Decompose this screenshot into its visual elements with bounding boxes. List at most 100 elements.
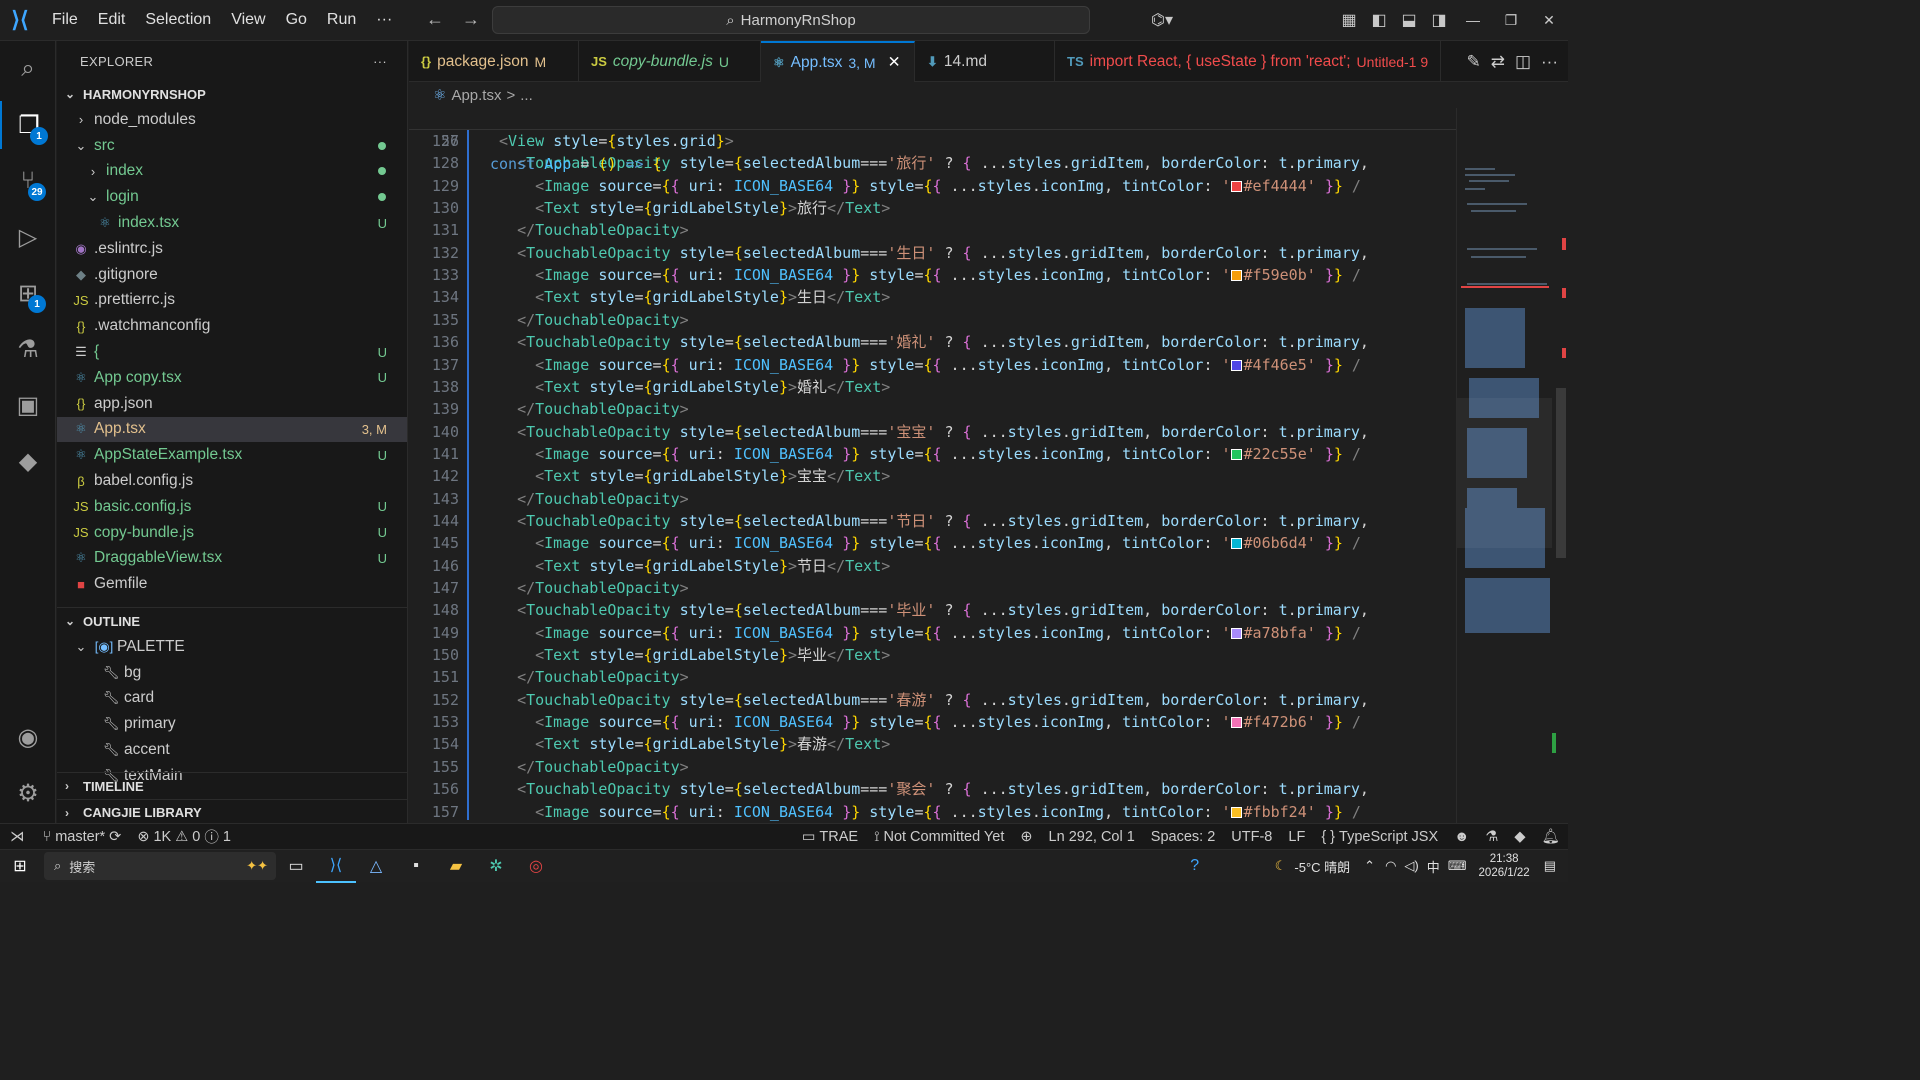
breadcrumb-symbol[interactable]: ... (520, 87, 533, 104)
layout-icon[interactable]: ▦ (1334, 10, 1364, 30)
settings-gear-icon[interactable]: ⚙ (0, 769, 56, 817)
network-icon[interactable]: ◠ (1385, 858, 1396, 874)
code-line[interactable]: 134 <Text style={gridLabelStyle}>生日</Tex… (409, 286, 1456, 308)
help-icon[interactable]: ? (1175, 850, 1215, 883)
workspace-root[interactable]: ⌄ HARMONYRNSHOP (57, 81, 407, 107)
close-tab-icon[interactable]: ✕ (888, 53, 901, 72)
file-tree-item[interactable]: ☰ {U (57, 339, 407, 365)
code-line[interactable]: 154 <Text style={gridLabelStyle}>春游</Tex… (409, 733, 1456, 755)
code-line[interactable]: 157 <Image source={{ uri: ICON_BASE64 }}… (409, 801, 1456, 823)
code-line[interactable]: 139 </TouchableOpacity> (409, 398, 1456, 420)
account-icon[interactable]: ◉ (0, 713, 56, 761)
notification-center-icon[interactable]: ▤ (1544, 858, 1556, 874)
color-swatch[interactable] (1230, 806, 1242, 818)
editor-tab[interactable]: JS copy-bundle.js U (579, 41, 761, 82)
problems-indicator[interactable]: ⊗ 1K ⚠ 0 ⓘ 1 (129, 826, 239, 847)
outline-header[interactable]: ⌄ OUTLINE (57, 608, 407, 634)
color-swatch[interactable] (1230, 270, 1242, 282)
code-line[interactable]: 129 <Image source={{ uri: ICON_BASE64 }}… (409, 175, 1456, 197)
code-line[interactable]: 131 </TouchableOpacity> (409, 219, 1456, 241)
code-line[interactable]: 141 <Image source={{ uri: ICON_BASE64 }}… (409, 443, 1456, 465)
menu-item[interactable]: View (221, 0, 275, 40)
app-taskbar-icon[interactable]: ✲ (476, 850, 516, 883)
file-tree-item[interactable]: JS basic.config.js U (57, 494, 407, 520)
language-mode[interactable]: { } TypeScript JSX (1313, 829, 1446, 845)
encoding[interactable]: UTF-8 (1223, 829, 1280, 845)
color-swatch[interactable] (1230, 538, 1242, 550)
code-line[interactable]: 152 <TouchableOpacity style={selectedAlb… (409, 689, 1456, 711)
keyboard-icon[interactable]: ⌨ (1448, 858, 1467, 874)
file-tree-item[interactable]: {} .watchmanconfig (57, 313, 407, 339)
menu-item[interactable]: Go (276, 0, 317, 40)
search-view-icon[interactable]: ⌕ (0, 45, 56, 93)
branch-indicator[interactable]: ⑂ master* ⟳ (35, 829, 130, 845)
extension-status-icon[interactable]: ⚗ (1477, 829, 1506, 845)
color-swatch[interactable] (1230, 627, 1242, 639)
back-arrow-icon[interactable]: ← (426, 9, 444, 30)
cangjie-icon[interactable]: ◆ (0, 437, 56, 485)
file-tree-item[interactable]: ⌄ src (57, 133, 407, 159)
toggle-primary-sidebar-icon[interactable]: ◧ (1364, 10, 1394, 30)
timeline-header[interactable]: › TIMELINE (57, 773, 407, 799)
testing-icon[interactable]: ⚗ (0, 325, 56, 373)
menu-item[interactable]: Edit (88, 0, 136, 40)
git-blame-indicator[interactable]: ⟟ Not Committed Yet (866, 829, 1012, 845)
code-line[interactable]: 143 </TouchableOpacity> (409, 488, 1456, 510)
outline-item[interactable]: 🔧︎ bg (57, 660, 407, 686)
weather-text[interactable]: -5°C 晴朗 (1294, 857, 1350, 876)
minimap[interactable] (1456, 108, 1553, 823)
volume-icon[interactable]: ◁) (1404, 858, 1418, 874)
notifications-bell-icon[interactable]: 🔔︎ (1534, 828, 1568, 845)
minimize-icon[interactable]: — (1454, 12, 1492, 28)
outline-item[interactable]: 🔧︎ primary (57, 711, 407, 737)
copilot-icon[interactable]: ⌬▾ (1140, 10, 1184, 30)
command-center-search[interactable]: ⌕ HarmonyRnShop (492, 6, 1090, 34)
source-control-icon[interactable]: ⑂ 29 (0, 157, 56, 205)
code-line[interactable]: 151 </TouchableOpacity> (409, 666, 1456, 688)
code-line[interactable]: 142 <Text style={gridLabelStyle}>宝宝</Tex… (409, 465, 1456, 487)
more-actions-icon[interactable]: ··· (1541, 52, 1558, 72)
tray-expand-icon[interactable]: ⌃ (1364, 858, 1375, 874)
editor-tab[interactable]: ⚛ App.tsx 3, M ✕ (761, 41, 915, 82)
file-tree-item[interactable]: ◆ .gitignore (57, 262, 407, 288)
code-line[interactable]: 145 <Image source={{ uri: ICON_BASE64 }}… (409, 532, 1456, 554)
code-line[interactable]: 146 <Text style={gridLabelStyle}>节日</Tex… (409, 555, 1456, 577)
code-line[interactable]: 127 <View style={styles.grid}> (409, 130, 1456, 152)
menu-item[interactable]: File (42, 0, 88, 40)
zoom-icon[interactable]: ⊕ (1012, 829, 1040, 845)
task-view-icon[interactable]: ▭ (276, 850, 316, 883)
split-editor-icon[interactable]: ◫ (1515, 52, 1531, 72)
compare-changes-icon[interactable]: ⇄ (1491, 52, 1505, 72)
code-line[interactable]: 133 <Image source={{ uri: ICON_BASE64 }}… (409, 264, 1456, 286)
file-tree-item[interactable]: JS copy-bundle.js U (57, 520, 407, 546)
file-tree-item[interactable]: ⚛ App copy.tsx U (57, 365, 407, 391)
restore-icon[interactable]: ❐ (1492, 12, 1530, 29)
cangjie-library-header[interactable]: › CANGJIE LIBRARY (57, 799, 407, 823)
remote-explorer-icon[interactable]: ▣ (0, 381, 56, 429)
outline-item[interactable]: 🔧︎ card (57, 686, 407, 712)
outline-root[interactable]: ⌄ [◉] PALETTE (57, 634, 407, 660)
file-tree-item[interactable]: ⚛ index.tsx U (57, 210, 407, 236)
code-line[interactable]: 132 <TouchableOpacity style={selectedAlb… (409, 242, 1456, 264)
clock[interactable]: 21:38 2026/1/22 (1479, 852, 1530, 880)
edit-pencil-icon[interactable]: ✎ (1466, 52, 1480, 72)
editor-tab[interactable]: TS import React, { useState } from 'react… (1055, 41, 1442, 82)
color-swatch[interactable] (1230, 717, 1242, 729)
terminal-taskbar-icon[interactable]: ▪ (396, 850, 436, 883)
explorer-icon[interactable]: ❐ 1 (0, 101, 56, 149)
file-explorer-taskbar-icon[interactable]: ▰ (436, 850, 476, 883)
close-window-icon[interactable]: ✕ (1530, 12, 1568, 29)
menu-item[interactable]: ··· (366, 0, 402, 40)
file-tree-item[interactable]: ⚛ DraggableView.tsx U (57, 546, 407, 572)
code-line[interactable]: 147 </TouchableOpacity> (409, 577, 1456, 599)
code-line[interactable]: 153 <Image source={{ uri: ICON_BASE64 }}… (409, 711, 1456, 733)
color-swatch[interactable] (1230, 448, 1242, 460)
code-line[interactable]: 144 <TouchableOpacity style={selectedAlb… (409, 510, 1456, 532)
cursor-position[interactable]: Ln 292, Col 1 (1041, 829, 1143, 845)
chrome-taskbar-icon[interactable]: ◎ (516, 850, 556, 883)
file-tree-item[interactable]: ⚛ App.tsx 3, M (57, 416, 407, 443)
toggle-panel-icon[interactable]: ⬓ (1394, 10, 1424, 30)
breadcrumb-file[interactable]: App.tsx (451, 87, 501, 104)
outline-item[interactable]: 🔧︎ accent (57, 737, 407, 763)
code-line[interactable]: 156 <TouchableOpacity style={selectedAlb… (409, 778, 1456, 800)
